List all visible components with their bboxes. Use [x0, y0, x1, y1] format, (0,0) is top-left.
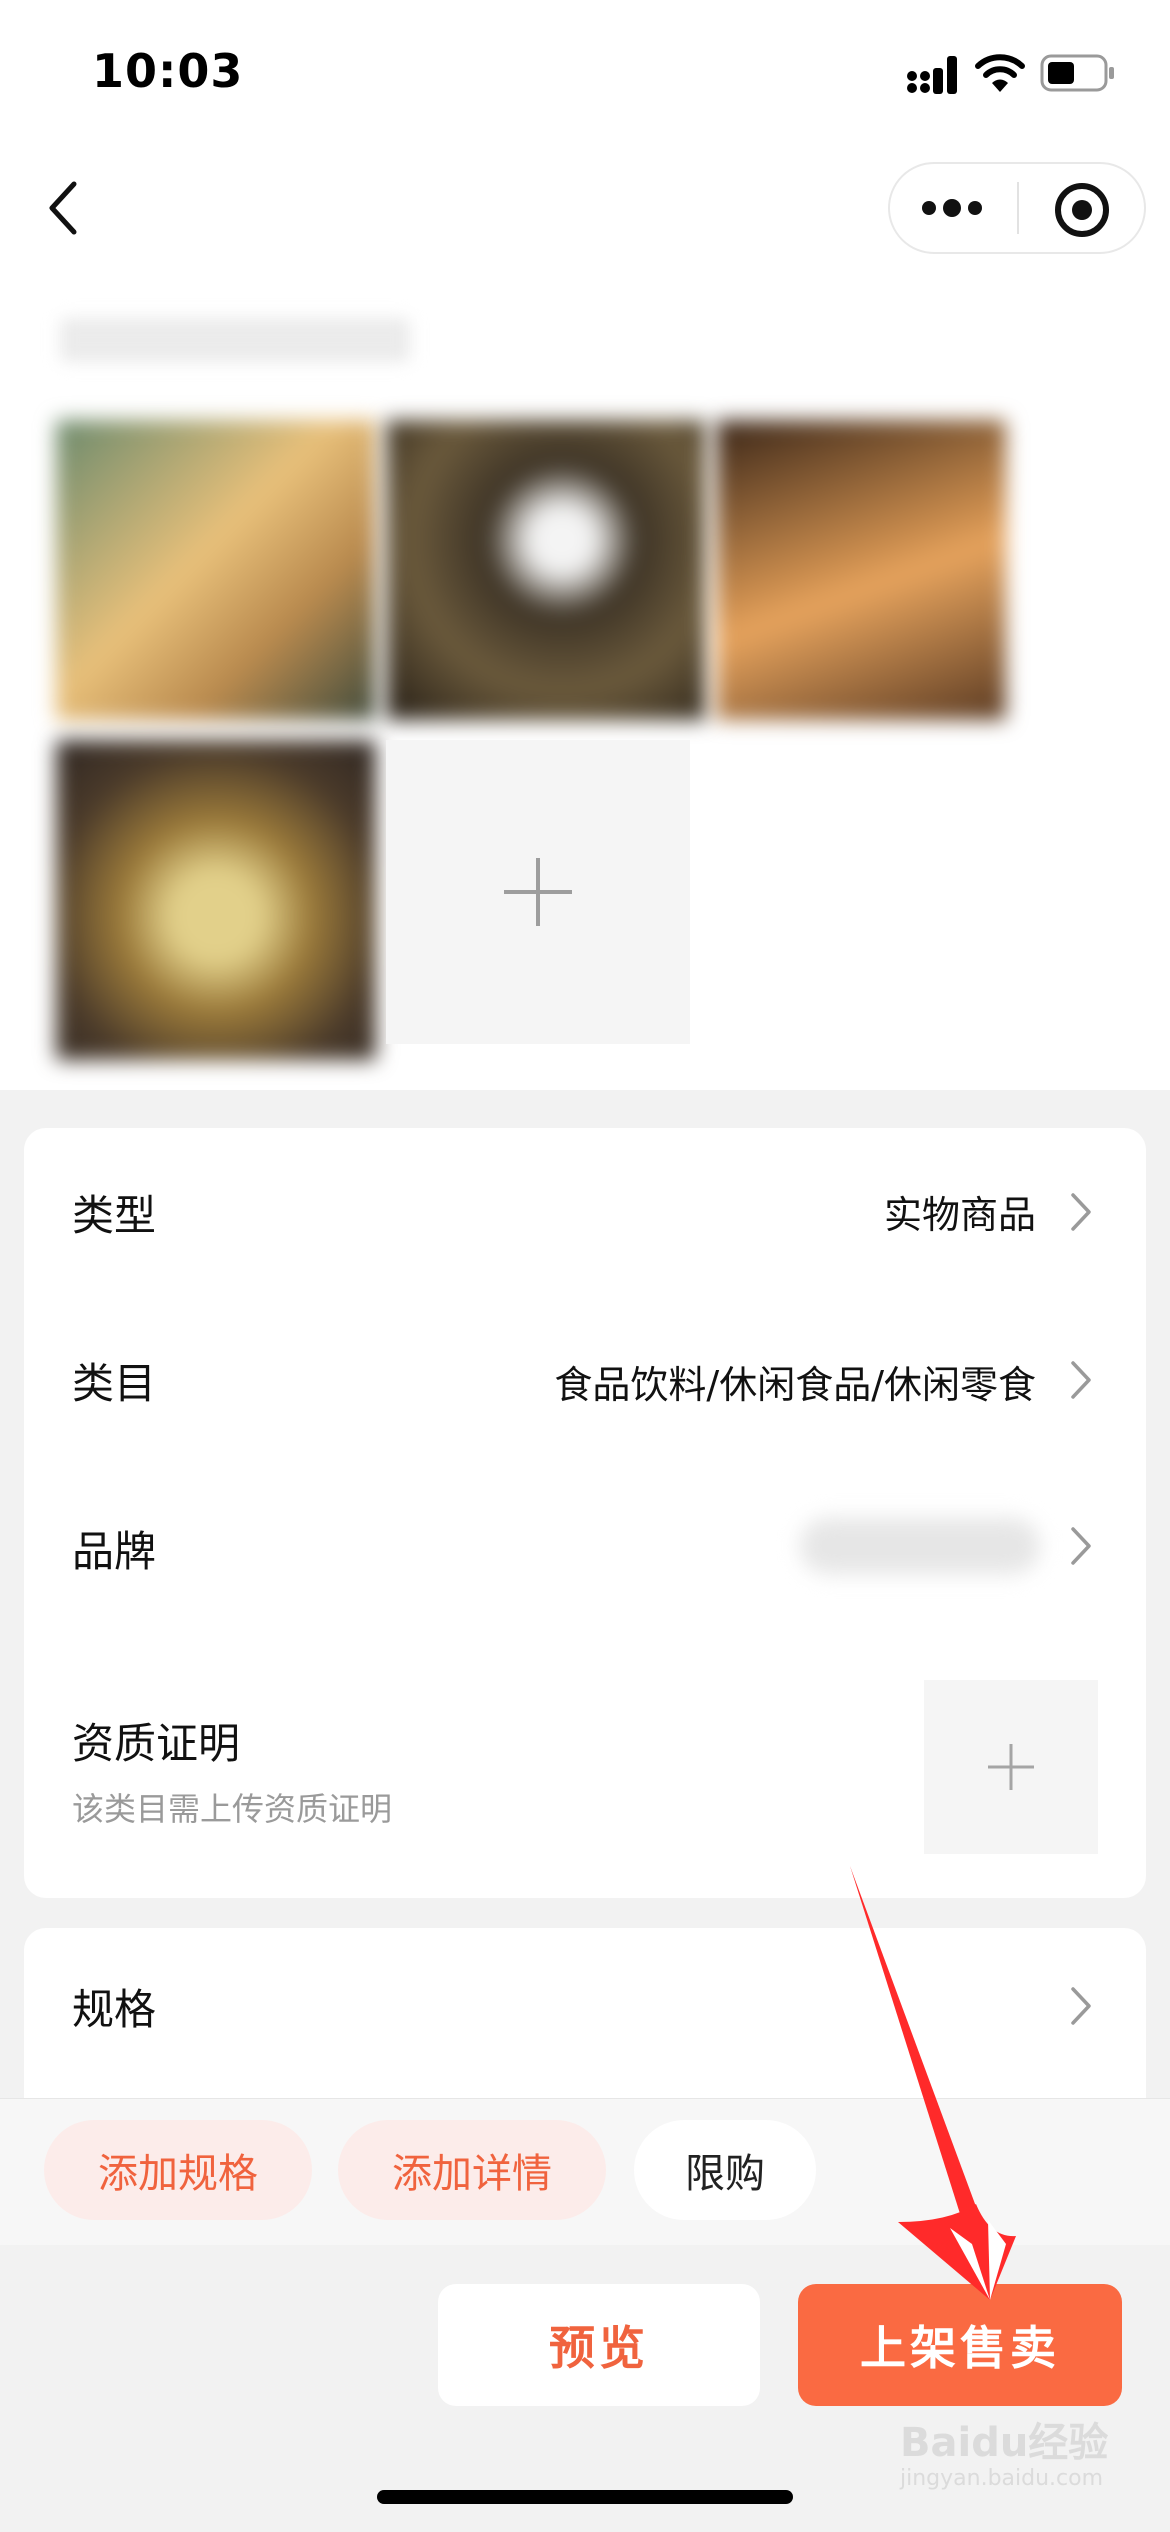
cellular-signal-icon	[907, 56, 957, 94]
add-spec-button[interactable]: 添加规格	[44, 2120, 312, 2220]
home-indicator	[377, 2490, 793, 2504]
category-value[interactable]: 食品饮料/休闲食品/休闲零食	[420, 1354, 1036, 1409]
add-certificate-button[interactable]	[924, 1680, 1098, 1854]
back-chevron-icon[interactable]	[42, 178, 86, 238]
capsule-divider	[1017, 182, 1019, 234]
wifi-icon	[975, 54, 1025, 92]
chevron-right-icon[interactable]	[1070, 1526, 1092, 1566]
certificate-hint: 该类目需上传资质证明	[72, 1790, 393, 1828]
battery-icon	[1040, 54, 1114, 92]
certificate-label: 资质证明	[72, 1719, 241, 1768]
watermark-text: Baidu经验	[900, 2420, 1109, 2466]
preview-button[interactable]: 预览	[438, 2284, 760, 2406]
type-value[interactable]: 实物商品	[560, 1184, 1036, 1239]
chevron-right-icon[interactable]	[1070, 1192, 1092, 1232]
product-photo[interactable]	[56, 740, 376, 1060]
product-title-blurred	[60, 318, 410, 362]
status-time: 10:03	[92, 44, 244, 98]
chevron-right-icon[interactable]	[1070, 1360, 1092, 1400]
plus-icon	[988, 1744, 1034, 1790]
annotation-arrow-icon	[850, 1866, 1016, 2300]
purchase-limit-button[interactable]: 限购	[634, 2120, 816, 2220]
brand-value-blurred[interactable]	[800, 1518, 1040, 1574]
add-image-button[interactable]	[386, 740, 690, 1044]
plus-icon	[504, 858, 572, 926]
spec-label: 规格	[72, 1985, 157, 2034]
category-label: 类目	[72, 1359, 157, 1408]
chevron-right-icon[interactable]	[1070, 1986, 1092, 2026]
add-detail-button[interactable]: 添加详情	[338, 2120, 606, 2220]
target-circle-icon[interactable]	[1050, 178, 1114, 242]
watermark-url: jingyan.baidu.com	[900, 2466, 1104, 2491]
type-label: 类型	[72, 1191, 157, 1240]
product-photo[interactable]	[386, 420, 706, 720]
more-dots-icon[interactable]	[912, 180, 992, 236]
brand-label: 品牌	[72, 1527, 157, 1576]
product-photo[interactable]	[56, 420, 376, 720]
product-photo[interactable]	[716, 420, 1006, 720]
